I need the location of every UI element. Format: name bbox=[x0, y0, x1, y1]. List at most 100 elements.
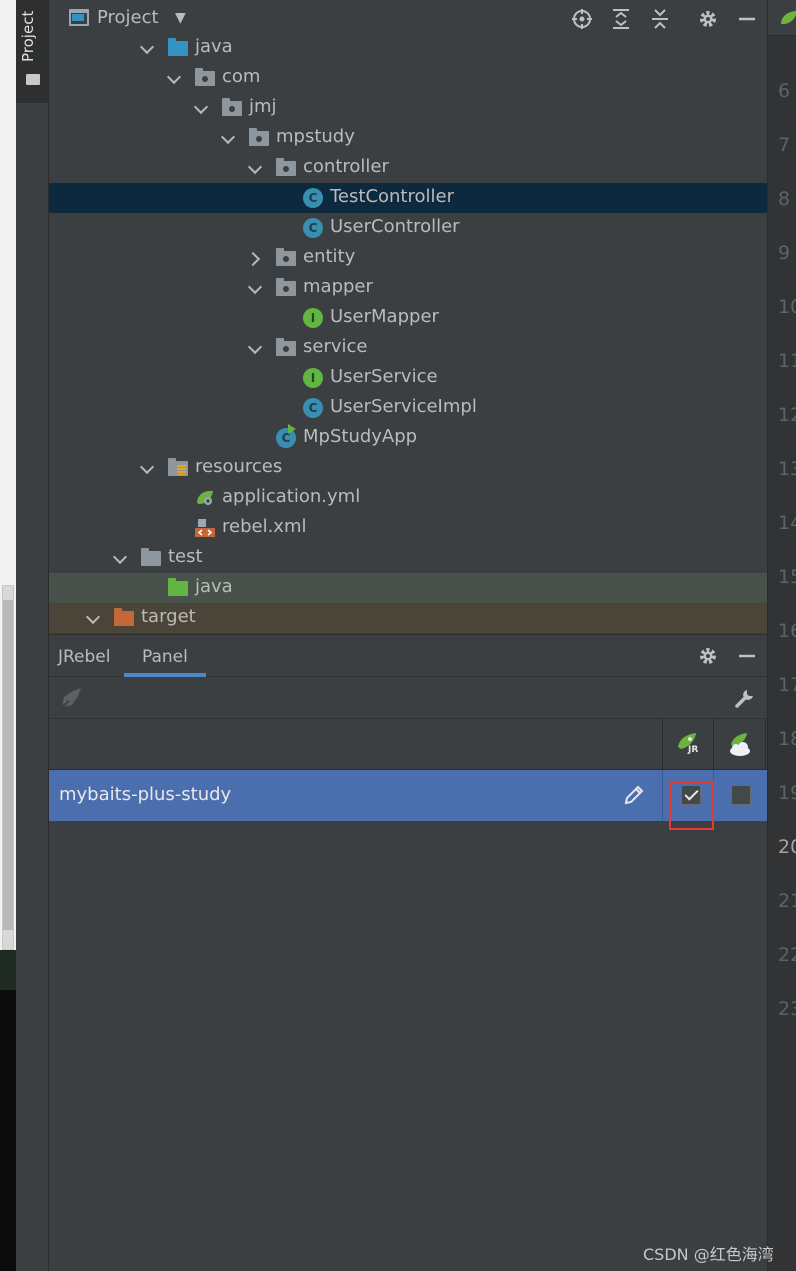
tree-row-mapper[interactable]: mapper bbox=[49, 273, 767, 303]
package-icon bbox=[276, 338, 296, 358]
line-number: 13 bbox=[778, 458, 796, 480]
tree-row-mpstudy[interactable]: mpstudy bbox=[49, 123, 767, 153]
chevron-down-icon[interactable] bbox=[112, 548, 128, 568]
tree-row-com[interactable]: com bbox=[49, 63, 767, 93]
tree-row-label: java bbox=[195, 576, 233, 597]
tree-row-label: resources bbox=[195, 456, 283, 477]
tree-row-label: jmj bbox=[249, 96, 277, 117]
tree-row-label: MpStudyApp bbox=[303, 426, 418, 447]
tree-row-mpstudyapp[interactable]: C MpStudyApp bbox=[49, 423, 767, 453]
jrebel-column-jr-text: JR bbox=[688, 745, 699, 755]
chevron-down-icon[interactable] bbox=[139, 458, 155, 478]
tree-row-test[interactable]: test bbox=[49, 543, 767, 573]
chevron-down-icon[interactable] bbox=[220, 128, 236, 148]
package-icon bbox=[249, 128, 269, 148]
chevron-down-icon[interactable] bbox=[166, 68, 182, 88]
project-tool-tab[interactable]: Project bbox=[16, 0, 48, 103]
tree-row-label: com bbox=[222, 66, 261, 87]
line-number: 9 bbox=[778, 242, 791, 264]
pencil-icon[interactable] bbox=[623, 784, 645, 806]
tab-panel[interactable]: Panel bbox=[142, 647, 188, 667]
watermark: CSDN @红色海湾 bbox=[643, 1245, 774, 1264]
chevron-down-icon[interactable] bbox=[247, 338, 263, 358]
minimize-icon[interactable] bbox=[734, 643, 760, 669]
spring-leaf-icon bbox=[195, 488, 215, 508]
minimize-icon[interactable] bbox=[734, 6, 760, 32]
tree-row-label: test bbox=[168, 546, 203, 567]
gear-icon[interactable] bbox=[695, 6, 721, 32]
collapse-all-icon[interactable] bbox=[647, 6, 673, 32]
jrebel-column-icon[interactable]: JR bbox=[676, 731, 702, 757]
chevron-down-icon[interactable] bbox=[139, 38, 155, 58]
remote-server-column-icon[interactable] bbox=[727, 731, 753, 757]
line-number-current: 20 bbox=[778, 836, 796, 858]
gear-icon[interactable] bbox=[695, 643, 721, 669]
tree-row-userservice[interactable]: I UserService bbox=[49, 363, 767, 393]
project-tool-tab-label: Project bbox=[19, 10, 37, 62]
tree-row-service[interactable]: service bbox=[49, 333, 767, 363]
tree-row-label: java bbox=[195, 36, 233, 57]
folder-icon bbox=[141, 548, 161, 568]
line-number: 6 bbox=[778, 80, 791, 102]
tree-row-rebel-xml[interactable]: rebel.xml bbox=[49, 513, 767, 543]
test-folder-icon bbox=[168, 578, 188, 598]
package-icon bbox=[276, 278, 296, 298]
line-number: 11 bbox=[778, 350, 796, 372]
tree-row-usercontroller[interactable]: C UserController bbox=[49, 213, 767, 243]
line-number: 16 bbox=[778, 620, 796, 642]
tree-row-label: application.yml bbox=[222, 486, 361, 507]
jrebel-tab-bar: JRebel Panel bbox=[49, 635, 767, 677]
tree-row-usermapper[interactable]: I UserMapper bbox=[49, 303, 767, 333]
chevron-down-icon[interactable] bbox=[247, 278, 263, 298]
tab-jrebel[interactable]: JRebel bbox=[58, 647, 111, 667]
tree-row-testcontroller[interactable]: C TestController bbox=[49, 183, 767, 213]
left-edge-marker bbox=[0, 950, 16, 990]
editor-tab-strip[interactable] bbox=[768, 0, 796, 36]
project-name: mybaits-plus-study bbox=[59, 784, 232, 805]
line-number: 21 bbox=[778, 890, 796, 912]
tree-row-label: service bbox=[303, 336, 368, 357]
chevron-right-icon[interactable] bbox=[247, 248, 263, 268]
wrench-icon[interactable] bbox=[732, 685, 758, 711]
line-number: 17 bbox=[778, 674, 796, 696]
expand-all-icon[interactable] bbox=[608, 6, 634, 32]
tree-row-application-yml[interactable]: application.yml bbox=[49, 483, 767, 513]
resources-folder-icon bbox=[168, 458, 188, 478]
locate-icon[interactable] bbox=[569, 6, 595, 32]
tree-row-target[interactable]: target bbox=[49, 603, 767, 633]
tree-row-label: controller bbox=[303, 156, 389, 177]
line-number: 15 bbox=[778, 566, 796, 588]
tree-row-entity[interactable]: entity bbox=[49, 243, 767, 273]
jrebel-toolbar bbox=[49, 677, 767, 719]
tree-row-test-java[interactable]: java bbox=[49, 573, 767, 603]
package-icon bbox=[222, 98, 242, 118]
tree-row-controller[interactable]: controller bbox=[49, 153, 767, 183]
tree-row-userserviceimpl[interactable]: C UserServiceImpl bbox=[49, 393, 767, 423]
jrebel-panel: JRebel Panel JR mybaits-plus-study bbox=[49, 634, 767, 1271]
jrebel-table-header: JR bbox=[49, 719, 767, 770]
tool-window-stripe: Project bbox=[16, 0, 49, 1271]
chevron-down-icon[interactable] bbox=[193, 98, 209, 118]
jrebel-rocket-disabled-icon[interactable] bbox=[59, 685, 85, 711]
chevron-down-icon[interactable] bbox=[247, 158, 263, 178]
tree-row-label: entity bbox=[303, 246, 356, 267]
spring-boot-app-icon: C bbox=[276, 424, 296, 448]
line-number: 7 bbox=[778, 134, 791, 156]
line-number: 22 bbox=[778, 944, 796, 966]
line-number: 10 bbox=[778, 296, 796, 318]
chevron-down-icon[interactable]: ▼ bbox=[175, 10, 186, 26]
tree-row-jmj[interactable]: jmj bbox=[49, 93, 767, 123]
project-view-title[interactable]: Project bbox=[97, 7, 159, 28]
remote-enable-checkbox[interactable] bbox=[731, 785, 751, 805]
line-number: 14 bbox=[778, 512, 796, 534]
tree-row-resources[interactable]: resources bbox=[49, 453, 767, 483]
tree-row-label: mapper bbox=[303, 276, 373, 297]
tree-row-label: mpstudy bbox=[276, 126, 355, 147]
tree-row-label: UserService bbox=[330, 366, 438, 387]
project-panel-header: Project ▼ bbox=[49, 0, 767, 36]
annotation-highlight-box bbox=[669, 781, 714, 830]
chevron-down-icon[interactable] bbox=[85, 608, 101, 628]
tree-row-java[interactable]: java bbox=[49, 33, 767, 63]
left-scroll-thumb[interactable] bbox=[3, 600, 13, 930]
jrebel-project-row[interactable]: mybaits-plus-study bbox=[49, 770, 767, 821]
